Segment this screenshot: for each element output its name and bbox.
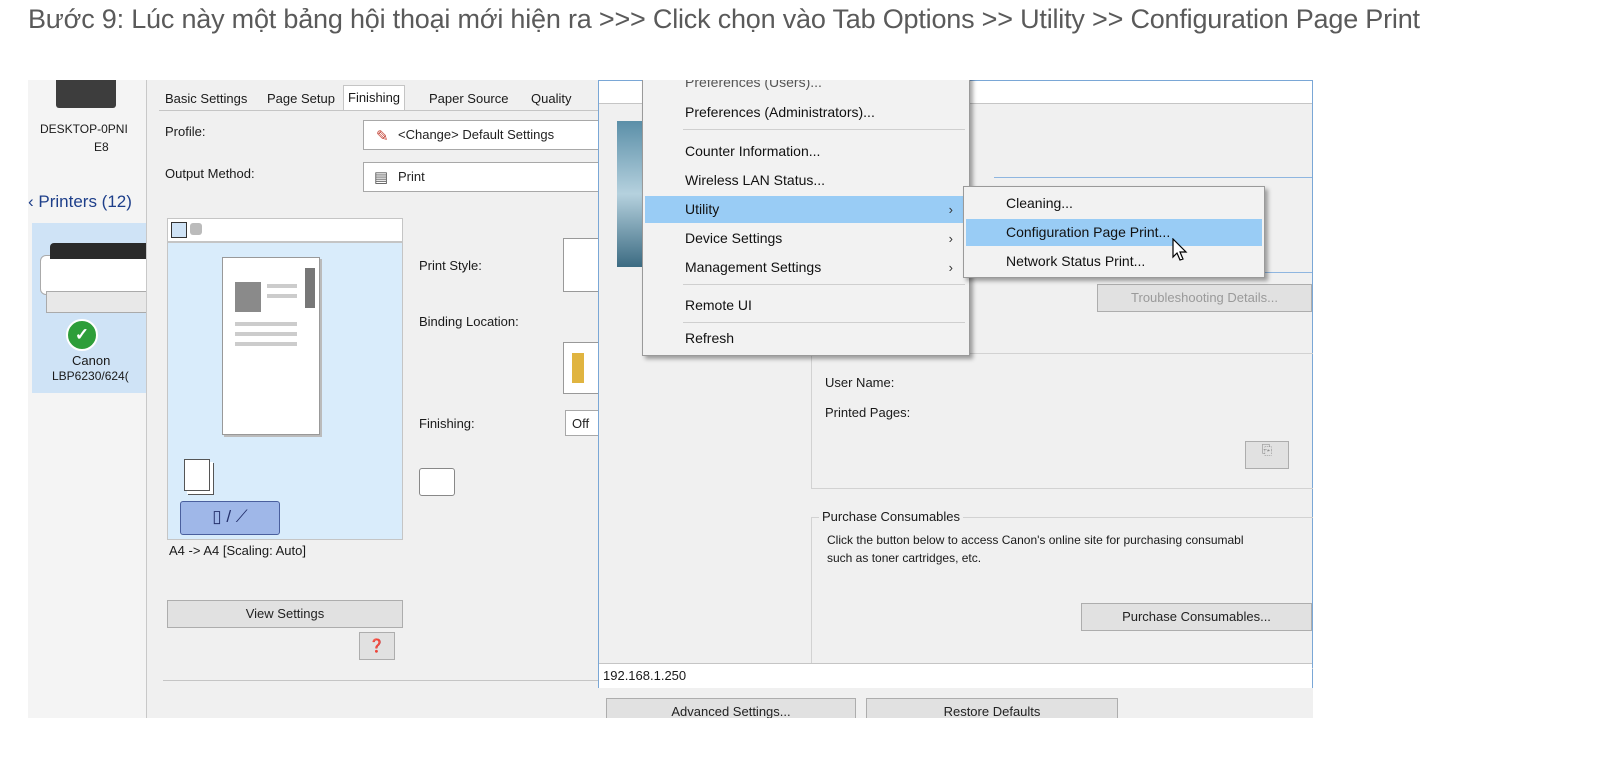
tab-page-setup[interactable]: Page Setup xyxy=(267,91,335,106)
default-check-icon: ✓ xyxy=(66,319,98,351)
finishing-label: Finishing: xyxy=(419,416,475,431)
options-menu: Preferences (Users)... Preferences (Admi… xyxy=(642,80,970,356)
output-method-value: Print xyxy=(398,169,425,184)
profile-value: <Change> Default Settings xyxy=(398,127,555,142)
restore-defaults-button[interactable]: Restore Defaults xyxy=(866,698,1118,718)
status-bar: 192.168.1.250 xyxy=(599,663,1312,688)
menu-separator xyxy=(683,129,965,130)
submenu-item-configuration-page-print[interactable]: Configuration Page Print... xyxy=(966,219,1262,246)
menu-item-preferences-users-label: Preferences (Users)... xyxy=(685,80,822,90)
tab-paper-source[interactable]: Paper Source xyxy=(429,91,509,106)
troubleshooting-label: Troubleshooting Details... xyxy=(1131,290,1278,305)
menu-item-device-settings-label: Device Settings xyxy=(685,230,783,246)
printer-name-line1: Canon xyxy=(72,353,111,368)
menu-item-utility[interactable]: Utility › xyxy=(645,196,967,223)
profile-label: Profile: xyxy=(165,124,206,139)
menu-item-refresh-label: Refresh xyxy=(685,330,735,346)
output-method-label: Output Method: xyxy=(165,166,255,181)
computer-name: DESKTOP-0PNI xyxy=(40,122,128,136)
menu-item-counter-information-label: Counter Information... xyxy=(685,143,821,159)
stack-icon xyxy=(419,468,455,496)
restore-defaults-label: Restore Defaults xyxy=(943,704,1041,718)
purchase-group-title: Purchase Consumables xyxy=(819,509,964,524)
purchase-description-1: Click the button below to access Canon's… xyxy=(827,533,1244,547)
printer-icon xyxy=(40,241,152,319)
menu-item-preferences-admin-label: Preferences (Administrators)... xyxy=(685,104,875,120)
screenshot-frame: DESKTOP-0PNI E8 ‹ Printers (12) ✓ Canon … xyxy=(28,80,1313,718)
ip-address: 192.168.1.250 xyxy=(603,668,687,683)
menu-item-preferences-admin[interactable]: Preferences (Administrators)... xyxy=(645,99,967,126)
computer-name-suffix: E8 xyxy=(94,140,109,154)
view-settings-button[interactable]: View Settings xyxy=(167,600,403,628)
pencil-icon: ✎ xyxy=(376,128,389,145)
menu-item-remote-ui-label: Remote UI xyxy=(685,297,752,313)
binding-location-label: Binding Location: xyxy=(419,314,519,329)
advanced-settings-label: Advanced Settings... xyxy=(671,704,791,718)
view-settings-label: View Settings xyxy=(245,606,325,621)
printed-pages-label: Printed Pages: xyxy=(825,405,911,420)
submenu-item-cleaning-label: Cleaning... xyxy=(1006,195,1073,211)
mouse-cursor-icon xyxy=(1172,238,1188,261)
purchase-consumables-button[interactable]: Purchase Consumables... xyxy=(1081,603,1312,631)
tab-quality[interactable]: Quality xyxy=(531,91,571,106)
submenu-item-configuration-page-print-label: Configuration Page Print... xyxy=(1006,224,1171,240)
printer-item-canon[interactable]: ✓ Canon LBP6230/624( xyxy=(32,223,152,393)
utility-submenu: Cleaning... Configuration Page Print... … xyxy=(963,186,1265,278)
troubleshooting-button[interactable]: Troubleshooting Details... xyxy=(1097,284,1312,312)
help-icon: ❓ xyxy=(368,638,386,653)
menu-item-preferences-users[interactable]: Preferences (Users)... xyxy=(645,80,967,96)
menu-item-management-settings[interactable]: Management Settings › xyxy=(645,254,967,281)
menu-item-refresh[interactable]: Refresh xyxy=(645,325,967,352)
submenu-item-network-status-print[interactable]: Network Status Print... xyxy=(966,248,1262,275)
menu-item-remote-ui[interactable]: Remote UI xyxy=(645,292,967,319)
menu-item-utility-label: Utility xyxy=(685,201,720,217)
copies-icon xyxy=(184,459,210,491)
menu-item-wireless-lan-status-label: Wireless LAN Status... xyxy=(685,172,826,188)
tab-basic-settings[interactable]: Basic Settings xyxy=(165,91,247,106)
layout-icon[interactable] xyxy=(171,222,187,238)
page-caption: Bước 9: Lúc này một bảng hội thoại mới h… xyxy=(28,4,1420,34)
printers-section-header[interactable]: ‹ Printers (12) xyxy=(28,192,132,212)
print-icon: ▤ xyxy=(374,169,389,186)
advanced-settings-button[interactable]: Advanced Settings... xyxy=(606,698,856,718)
printer-name-line2: LBP6230/624( xyxy=(52,369,129,383)
chevron-right-icon: › xyxy=(948,231,953,246)
submenu-item-cleaning[interactable]: Cleaning... xyxy=(966,190,1262,217)
menu-item-management-settings-label: Management Settings xyxy=(685,259,822,275)
menu-separator xyxy=(683,322,965,323)
print-style-label: Print Style: xyxy=(419,258,482,273)
computer-icon xyxy=(56,80,116,108)
purchase-description-2: such as toner cartridges, etc. xyxy=(827,551,982,565)
job-info-group xyxy=(811,353,1313,489)
printer-small-icon[interactable] xyxy=(190,223,202,235)
chevron-right-icon: › xyxy=(948,260,953,275)
submenu-item-network-status-print-label: Network Status Print... xyxy=(1006,253,1146,269)
help-icon-button[interactable]: ❓ xyxy=(359,632,395,660)
tab-finishing[interactable]: Finishing xyxy=(343,85,406,110)
preview-page xyxy=(222,257,320,435)
profile-select[interactable]: ✎ <Change> Default Settings xyxy=(363,120,623,150)
job-action-button[interactable]: ⎘ xyxy=(1245,441,1289,469)
printers-header-label: Printers (12) xyxy=(38,192,132,211)
preview-caption: A4 -> A4 [Scaling: Auto] xyxy=(169,543,306,558)
devices-panel: DESKTOP-0PNI E8 ‹ Printers (12) ✓ Canon … xyxy=(28,80,152,718)
finishing-value: Off xyxy=(572,416,590,431)
chevron-right-icon: › xyxy=(948,202,953,217)
user-name-label: User Name: xyxy=(825,375,895,390)
menu-item-wireless-lan-status[interactable]: Wireless LAN Status... xyxy=(645,167,967,194)
menu-separator xyxy=(683,284,965,285)
output-method-select[interactable]: ▤ Print xyxy=(363,162,623,192)
menu-item-counter-information[interactable]: Counter Information... xyxy=(645,138,967,165)
purchase-consumables-label: Purchase Consumables... xyxy=(1122,609,1271,624)
menu-item-device-settings[interactable]: Device Settings › xyxy=(645,225,967,252)
layout-toggle-button[interactable]: ▯ / ⟋ xyxy=(180,501,280,535)
preview-toolbar xyxy=(167,218,403,242)
preview-area: ▯ / ⟋ xyxy=(167,242,403,540)
